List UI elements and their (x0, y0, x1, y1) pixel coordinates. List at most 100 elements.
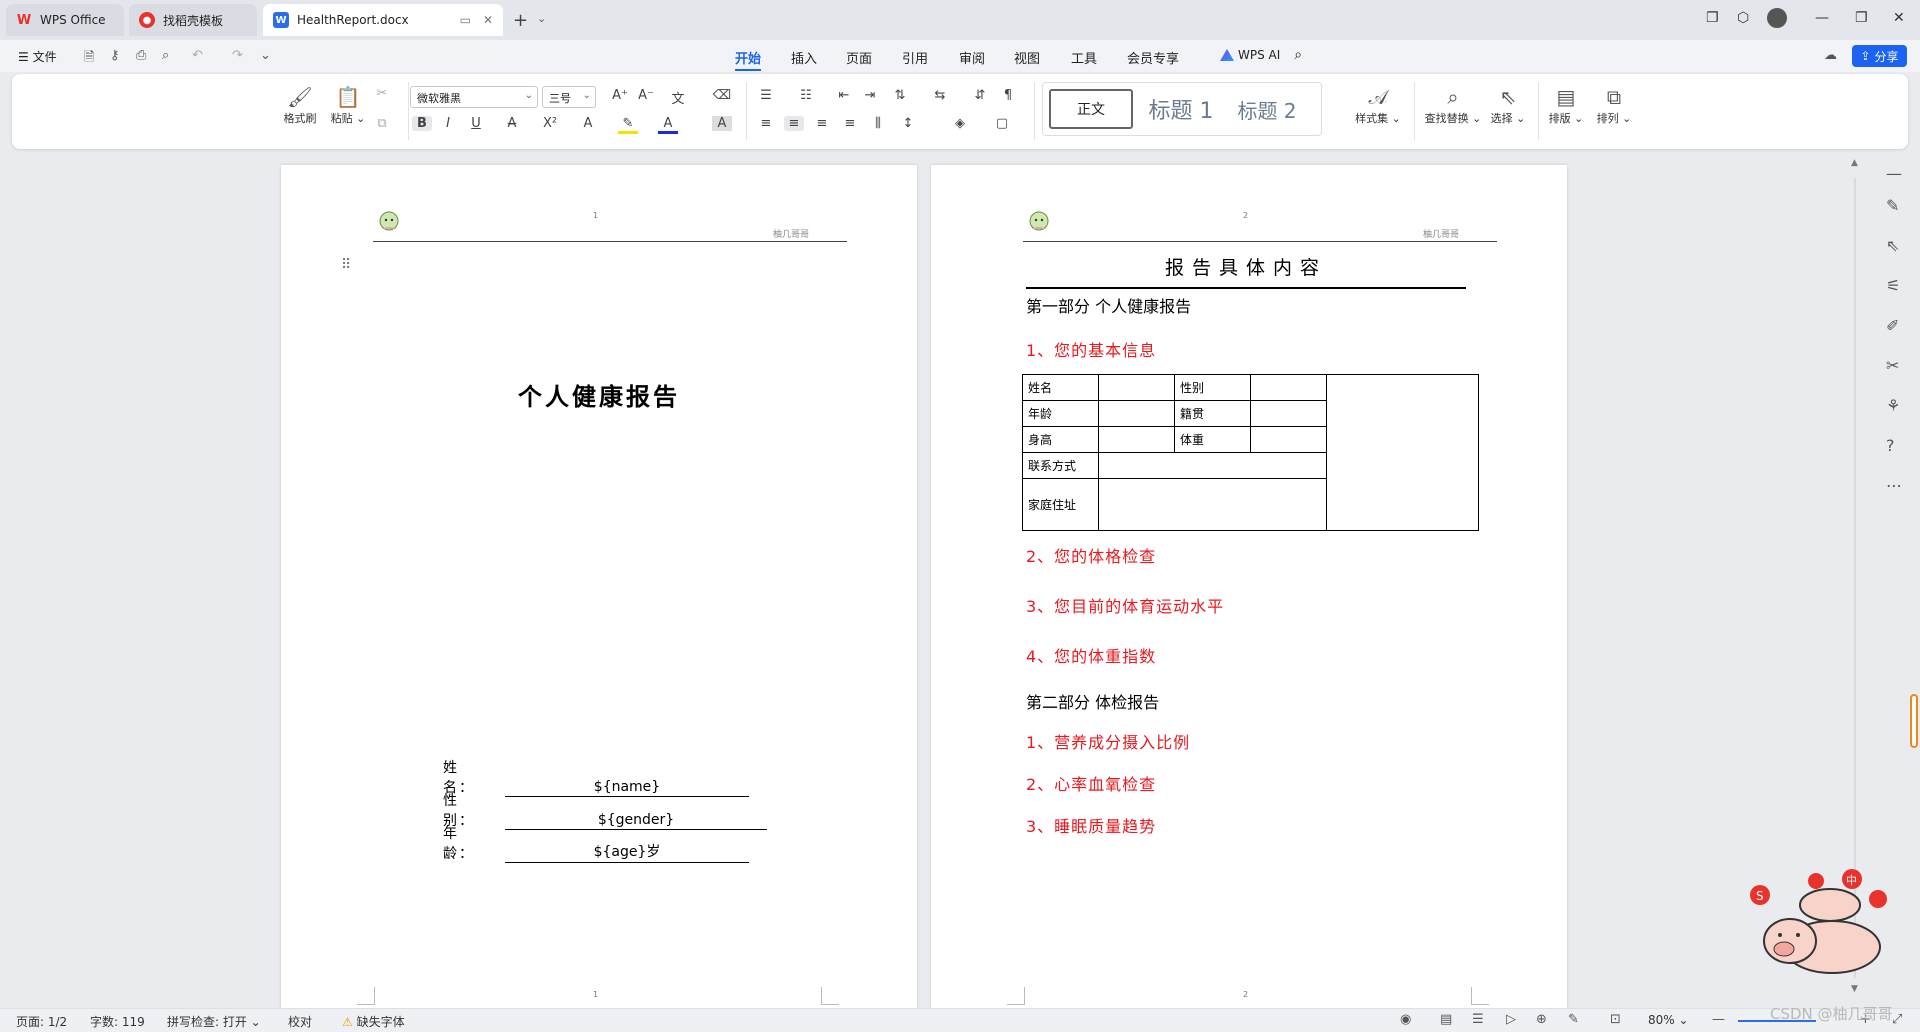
char-shading-icon[interactable]: A (712, 116, 732, 131)
undo-icon[interactable]: ↶ (192, 48, 203, 63)
arrange-button[interactable]: ⧉ 排列 ⌄ (1592, 84, 1636, 126)
underline-icon[interactable]: U (466, 116, 486, 131)
numbered-list-icon[interactable]: ☷ (796, 88, 816, 103)
wps-ai-button[interactable]: WPS AI ⌕ (1220, 47, 1302, 63)
shrink-font-icon[interactable]: A⁻ (636, 88, 656, 103)
more-icon[interactable]: ⋯ (1886, 476, 1902, 495)
show-marks-icon[interactable]: ¶ (998, 88, 1018, 103)
redo-icon[interactable]: ↷ (232, 48, 243, 63)
drag-handle-icon[interactable]: ⠿ (341, 257, 351, 273)
save-icon[interactable]: 🗎 (84, 48, 94, 70)
font-color-icon[interactable]: A (658, 116, 678, 134)
page-view-icon[interactable]: ▤ (1440, 1012, 1452, 1027)
justify-icon[interactable]: ≡ (840, 116, 860, 131)
text-effect-icon[interactable]: A (578, 116, 598, 131)
settings-sliders-icon[interactable]: ⚟ (1886, 276, 1900, 295)
eye-protection-icon[interactable]: ◉ (1400, 1012, 1411, 1027)
bold-icon[interactable]: B (412, 116, 432, 131)
bullet-list-icon[interactable]: ☰ (756, 88, 776, 103)
style-heading-2[interactable]: 标题 2 (1227, 89, 1307, 129)
pig-mascot-icon[interactable]: S 中 (1740, 865, 1892, 977)
chevron-down-icon[interactable]: ⌄ (537, 12, 546, 25)
table-cell[interactable] (1098, 374, 1175, 401)
customize-toolbar-icon[interactable]: ⌄ (260, 48, 271, 63)
share-button[interactable]: ⇪ 分享 (1852, 45, 1907, 67)
zoom-out-icon[interactable]: — (1712, 1012, 1725, 1027)
pin-window-icon[interactable]: ▭ (460, 13, 471, 27)
table-cell[interactable] (1250, 374, 1327, 401)
avatar[interactable] (1767, 8, 1787, 28)
outline-view-icon[interactable]: ☰ (1472, 1012, 1484, 1027)
tab-wps-office[interactable]: W WPS Office (6, 4, 124, 36)
help-icon[interactable]: ? (1886, 436, 1895, 455)
missing-font-button[interactable]: ⚠ 缺失字体 (342, 1013, 405, 1030)
style-heading-1[interactable]: 标题 1 (1141, 89, 1221, 129)
scroll-up-icon[interactable]: ▲ (1851, 158, 1858, 168)
shading-icon[interactable]: ◈ (950, 116, 970, 131)
table-cell[interactable] (1250, 426, 1327, 453)
tab-view[interactable]: 视图 (1014, 48, 1040, 67)
table-cell[interactable] (1098, 426, 1175, 453)
tab-home[interactable]: 开始 (735, 48, 762, 71)
print-preview-icon[interactable]: ⌕ (162, 48, 169, 63)
tab-tools[interactable]: 工具 (1071, 48, 1097, 67)
pen-icon[interactable]: ✎ (1886, 196, 1899, 215)
key-icon[interactable]: ⚷ (110, 48, 120, 63)
minimize-icon[interactable]: — (1815, 10, 1829, 26)
tools-icon[interactable]: ✂ (1886, 356, 1899, 375)
increase-indent-icon[interactable]: ⇥ (860, 88, 880, 103)
collapse-icon[interactable]: — (1886, 164, 1902, 183)
table-cell[interactable] (1098, 478, 1327, 531)
sort-icon[interactable]: ⇵ (970, 88, 990, 103)
sidebar-scroll-thumb[interactable] (1910, 694, 1918, 748)
proofread-button[interactable]: 校对 (288, 1013, 312, 1030)
tab-health-report[interactable]: W HealthReport.docx ▭ ✕ (263, 4, 503, 36)
phonetic-guide-icon[interactable]: 文 (668, 88, 688, 107)
print-icon[interactable]: ⎙ (136, 48, 146, 63)
word-count[interactable]: 字数: 119 (90, 1013, 145, 1030)
text-direction-icon[interactable]: ⇅ (890, 88, 910, 103)
select-pointer-icon[interactable]: ⇖ (1886, 236, 1899, 255)
cloud-icon[interactable]: ☁ (1824, 48, 1837, 63)
italic-icon[interactable]: I (438, 116, 458, 131)
select-button[interactable]: ⇖ 选择 ⌄ (1486, 84, 1530, 126)
new-tab-icon[interactable]: + (513, 10, 528, 31)
pen-mode-icon[interactable]: ✎ (1568, 1012, 1579, 1027)
cube-icon[interactable]: ⬡ (1737, 10, 1749, 26)
fit-page-icon[interactable]: ⊡ (1610, 1012, 1621, 1027)
strikethrough-icon[interactable]: A (502, 116, 522, 131)
copy-icon[interactable]: ⧉ (372, 116, 392, 131)
document-page-2[interactable]: 2 柚几哥哥 报告具体内容 第一部分 个人健康报告 1、您的基本信息 姓名 性别… (931, 165, 1567, 1032)
search-icon[interactable]: ⌕ (1294, 47, 1302, 63)
align-center-icon[interactable]: ≡ (784, 116, 804, 131)
tab-review[interactable]: 审阅 (959, 48, 985, 67)
page-indicator[interactable]: 页面: 1/2 (16, 1013, 67, 1030)
font-name-select[interactable]: 微软雅黑 ⌄ (410, 86, 538, 108)
align-right-icon[interactable]: ≡ (812, 116, 832, 131)
spell-check-toggle[interactable]: 拼写检查: 打开 ⌄ (167, 1013, 261, 1030)
cut-icon[interactable]: ✂ (372, 86, 392, 101)
align-left-icon[interactable]: ≡ (756, 116, 776, 131)
photo-cell[interactable] (1326, 374, 1479, 531)
window-tile-icon[interactable]: ❐ (1706, 10, 1719, 26)
file-menu[interactable]: ☰ 文件 (18, 48, 57, 65)
edit-doc-icon[interactable]: ✐ (1886, 316, 1899, 335)
web-view-icon[interactable]: ⊕ (1536, 1012, 1547, 1027)
style-set-button[interactable]: 𝒜 样式集 ⌄ (1350, 84, 1406, 126)
tab-insert[interactable]: 插入 (791, 48, 817, 67)
fullscreen-icon[interactable]: ⤢ (1892, 1012, 1902, 1027)
zoom-level[interactable]: 80% ⌄ (1648, 1013, 1689, 1027)
scroll-down-icon[interactable]: ▼ (1851, 984, 1858, 994)
shirt-icon[interactable]: ⚘ (1886, 396, 1900, 415)
close-window-icon[interactable]: ✕ (1893, 10, 1905, 26)
tab-references[interactable]: 引用 (902, 48, 928, 67)
tab-page[interactable]: 页面 (846, 48, 872, 67)
grow-font-icon[interactable]: A⁺ (610, 88, 630, 103)
border-icon[interactable]: ▢ (992, 116, 1012, 131)
distribute-icon[interactable]: ⫼ (868, 116, 888, 131)
font-size-select[interactable]: 三号 ⌄ (542, 86, 596, 108)
convert-icon[interactable]: ⇆ (930, 88, 950, 103)
close-tab-icon[interactable]: ✕ (483, 13, 493, 27)
format-painter-button[interactable]: 🖌 格式刷 (278, 84, 322, 126)
layout-button[interactable]: ▤ 排版 ⌄ (1544, 84, 1588, 126)
